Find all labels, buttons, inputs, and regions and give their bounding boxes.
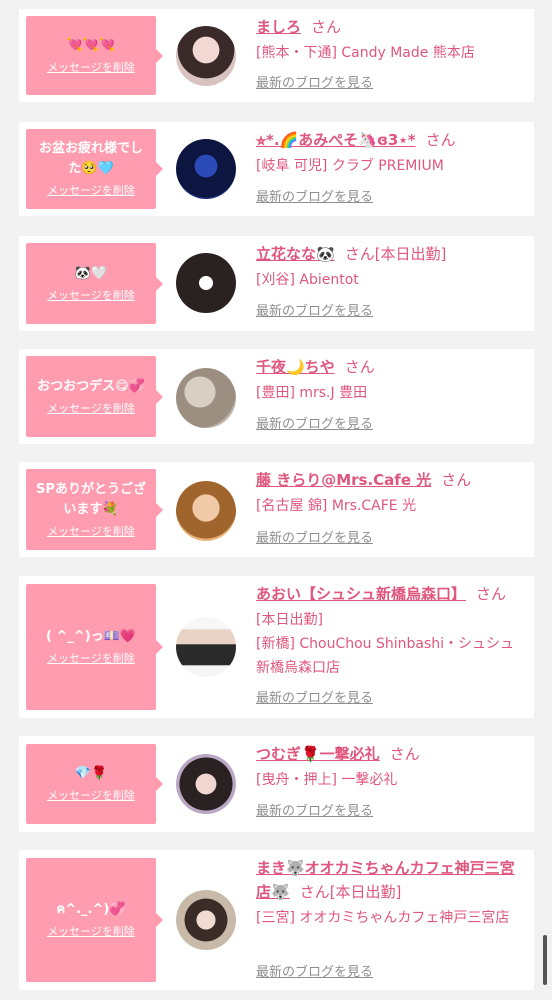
latest-blog-link[interactable]: 最新のブログを見る	[256, 964, 373, 982]
message-text: ฅ^._.^)💞	[56, 902, 126, 917]
delete-message-link[interactable]: メッセージを削除	[47, 183, 135, 199]
delete-message-link[interactable]: メッセージを削除	[47, 924, 135, 940]
message-bubble: おつおつデス😋💞 メッセージを削除	[26, 356, 163, 437]
status-text: [本日出勤]	[256, 612, 323, 628]
list-item: 💘💘💘 メッセージを削除 ましろ さん [熊本・下通] Candy Made 熊本…	[19, 9, 534, 102]
list-item: 🐼🤍 メッセージを削除 立花なな🐼 さん[本日出勤] [刈谷] Abientot …	[19, 236, 534, 331]
delete-message-link[interactable]: メッセージを削除	[47, 401, 135, 417]
honorific: さん	[311, 18, 342, 36]
honorific: さん	[344, 358, 375, 376]
cast-name-link[interactable]: あおい【シュシュ新橋烏森口】	[256, 585, 466, 603]
message-text: お盆お疲れ様でした🥺🩵	[38, 141, 143, 176]
avatar[interactable]	[176, 253, 236, 313]
cast-name-link[interactable]: 千夜🌙ちや	[256, 358, 335, 376]
avatar[interactable]	[176, 754, 236, 814]
latest-blog-link[interactable]: 最新のブログを見る	[256, 416, 373, 434]
latest-blog-link[interactable]: 最新のブログを見る	[256, 530, 373, 548]
cast-name-link[interactable]: つむぎ🌹一撃必礼	[256, 745, 380, 763]
honorific: さん	[389, 745, 420, 763]
message-text: ( ^_^)っ💷💗	[45, 629, 137, 644]
message-text: 💎🌹	[74, 766, 108, 781]
shop-text: [名古屋 錦] Mrs.CAFE 光	[256, 498, 417, 514]
avatar[interactable]	[176, 139, 236, 199]
cast-name-link[interactable]: 藤 きらり@Mrs.Cafe 光	[256, 471, 431, 489]
delete-message-link[interactable]: メッセージを削除	[47, 651, 135, 667]
list-item: ( ^_^)っ💷💗 メッセージを削除 あおい【シュシュ新橋烏森口】 さん [本日出…	[19, 576, 534, 718]
honorific: さん	[476, 585, 507, 603]
honorific: さん	[425, 131, 456, 149]
message-bubble: ฅ^._.^)💞 メッセージを削除	[26, 858, 163, 982]
latest-blog-link[interactable]: 最新のブログを見る	[256, 803, 373, 821]
message-bubble: 💘💘💘 メッセージを削除	[26, 16, 163, 95]
avatar[interactable]	[176, 890, 236, 950]
list-item: ฅ^._.^)💞 メッセージを削除 まき🐺オオカミちゃんカフェ神戸三宮店🐺 さん[…	[19, 850, 534, 990]
shop-text: [刈谷] Abientot	[256, 272, 359, 288]
message-text: おつおつデス😋💞	[37, 378, 145, 394]
list-item: SPありがとうございます💐 メッセージを削除 藤 きらり@Mrs.Cafe 光さ…	[19, 462, 534, 557]
message-text: SPありがとうございます💐	[36, 481, 146, 517]
message-bubble: 💎🌹 メッセージを削除	[26, 744, 163, 824]
scrollbar[interactable]	[543, 935, 547, 985]
shop-text: [熊本・下通] Candy Made 熊本店	[256, 45, 475, 61]
message-bubble: ( ^_^)っ💷💗 メッセージを削除	[26, 584, 163, 710]
message-bubble: お盆お疲れ様でした🥺🩵 メッセージを削除	[26, 129, 163, 209]
latest-blog-link[interactable]: 最新のブログを見る	[256, 75, 373, 93]
avatar[interactable]	[176, 617, 236, 677]
list-item: お盆お疲れ様でした🥺🩵 メッセージを削除 ⭐︎*.🌈あみぺそ🦄ɞ3⋆* さん [岐…	[19, 122, 534, 216]
shop-text: [新橋] ChouChou Shinbashi・シュシュ新橋烏森口店	[256, 636, 515, 676]
cast-name-link[interactable]: 立花なな🐼	[256, 245, 335, 263]
latest-blog-link[interactable]: 最新のブログを見る	[256, 690, 373, 708]
honorific: さん	[299, 883, 330, 901]
avatar[interactable]	[176, 481, 236, 541]
shop-text: [豊田] mrs.J 豊田	[256, 385, 368, 401]
shop-text: [三宮] オオカミちゃんカフェ神戸三宮店	[256, 910, 510, 926]
list-item: おつおつデス😋💞 メッセージを削除 千夜🌙ちや さん [豊田] mrs.J 豊田 …	[19, 349, 534, 444]
shop-text: [岐阜 可児] クラブ PREMIUM	[256, 158, 444, 174]
honorific: さん	[344, 245, 375, 263]
honorific: さん	[441, 471, 472, 489]
delete-message-link[interactable]: メッセージを削除	[47, 288, 135, 304]
shop-text: [曳舟・押上] 一撃必礼	[256, 772, 398, 788]
status-tag: [本日出勤]	[374, 245, 447, 263]
delete-message-link[interactable]: メッセージを削除	[47, 788, 135, 804]
latest-blog-link[interactable]: 最新のブログを見る	[256, 189, 373, 207]
delete-message-link[interactable]: メッセージを削除	[47, 524, 135, 540]
delete-message-link[interactable]: メッセージを削除	[47, 60, 135, 76]
list-item: 💎🌹 メッセージを削除 つむぎ🌹一撃必礼 さん [曳舟・押上] 一撃必礼 最新のブ…	[19, 736, 534, 832]
latest-blog-link[interactable]: 最新のブログを見る	[256, 303, 373, 321]
cast-name-link[interactable]: ましろ	[256, 18, 301, 36]
message-text: 🐼🤍	[74, 265, 108, 281]
avatar[interactable]	[176, 26, 236, 86]
message-bubble: SPありがとうございます💐 メッセージを削除	[26, 469, 163, 550]
cast-name-link[interactable]: ⭐︎*.🌈あみぺそ🦄ɞ3⋆*	[256, 131, 416, 149]
message-text: 💘💘💘	[66, 37, 116, 53]
status-tag: [本日出勤]	[329, 883, 402, 901]
avatar[interactable]	[176, 368, 236, 428]
message-bubble: 🐼🤍 メッセージを削除	[26, 243, 163, 324]
